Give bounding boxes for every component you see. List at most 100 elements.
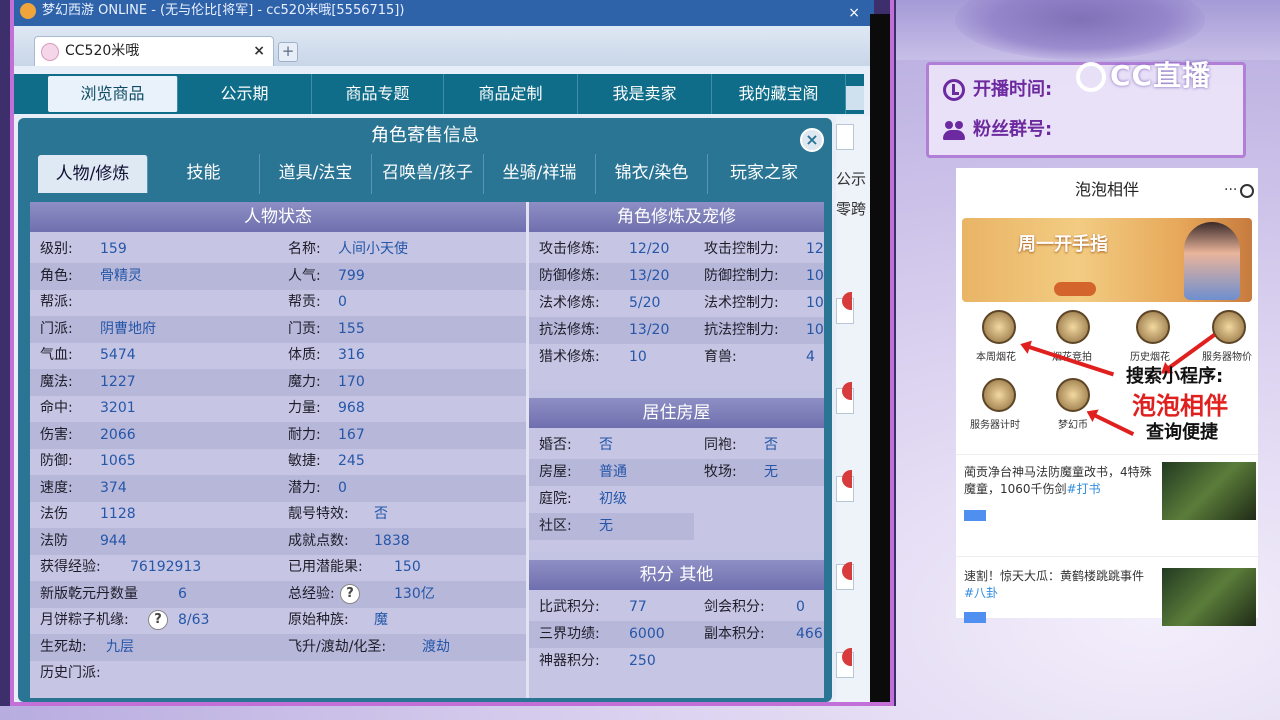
- field-value: 6000: [629, 626, 665, 642]
- news-thumbnail: [1162, 462, 1256, 520]
- cultivation-title: 角色修炼及宠修: [529, 202, 824, 232]
- clock-icon: [943, 79, 965, 101]
- field-value: 3201: [100, 400, 136, 416]
- field-value: 1065: [100, 453, 136, 469]
- users-icon: [943, 119, 965, 141]
- tab-mounts[interactable]: 坐骑/祥瑞: [484, 154, 596, 194]
- field-value: 5474: [100, 347, 136, 363]
- field-label: 牧场:: [704, 464, 737, 480]
- info-row: 靓号特效: 否: [278, 501, 526, 528]
- dialog-close-button[interactable]: ×: [800, 128, 824, 152]
- help-icon[interactable]: ?: [148, 610, 168, 630]
- fan-group-row: 粉丝群号:: [943, 117, 1052, 143]
- field-value: 4: [806, 349, 815, 365]
- field-value: 12: [806, 241, 824, 257]
- field-label: 门贡:: [288, 320, 321, 337]
- field-value: 159: [100, 241, 127, 257]
- info-row: 法术修炼: 5/20: [529, 290, 694, 317]
- char-status-section: 人物状态 级别: 159 角色: 骨精灵 帮派: 门派: 阴曹地府 气血: 5474 魔法: 122…: [30, 202, 526, 698]
- info-row: 社区: 无: [529, 513, 694, 540]
- info-row: 速度: 374: [30, 474, 278, 502]
- field-label: 月饼粽子机缘:: [40, 612, 129, 628]
- info-row: 法防 944: [30, 527, 278, 555]
- field-label: 防御控制力:: [704, 268, 779, 284]
- info-row: 命中: 3201: [30, 395, 278, 422]
- field-label: 庭院:: [539, 491, 572, 507]
- divider: [956, 454, 1258, 455]
- info-row: 神器积分: 250: [529, 648, 694, 675]
- field-label: 潜力:: [288, 479, 321, 496]
- housing-title: 居住房屋: [529, 398, 824, 428]
- field-value: 76192913: [130, 559, 202, 575]
- field-label: 同袍:: [704, 437, 737, 453]
- callout-easy: 查询便捷: [1146, 422, 1218, 443]
- field-value: 否: [599, 437, 613, 453]
- field-value: 无: [764, 464, 778, 480]
- field-value: 10: [806, 295, 824, 311]
- info-row: 婚否: 否: [529, 432, 694, 459]
- field-label: 历史门派:: [40, 665, 101, 681]
- news-item[interactable]: 速割！惊天大瓜：黄鹤楼跳跳事件 #八卦: [964, 568, 1154, 602]
- field-label: 获得经验:: [40, 559, 101, 575]
- field-value: 1128: [100, 506, 136, 522]
- price-icon: [1212, 310, 1246, 344]
- dialog-title: 角色寄售信息: [371, 125, 479, 146]
- field-value: 170: [338, 373, 365, 390]
- field-value: 12/20: [629, 241, 670, 257]
- news-item[interactable]: 蔺贡净台神马法防魔童改书，4特殊魔童，1060千伤剑#打书: [964, 464, 1154, 498]
- field-value: 5/20: [629, 295, 661, 311]
- field-value: 1227: [100, 373, 136, 390]
- live-time-row: 开播时间:: [943, 77, 1052, 103]
- points-title: 积分 其他: [529, 560, 824, 590]
- field-value: 渡劫: [422, 638, 450, 655]
- live-time-label: 开播时间:: [973, 79, 1053, 100]
- tab-skills[interactable]: 技能: [148, 154, 260, 194]
- tab-character[interactable]: 人物/修炼: [38, 155, 148, 193]
- target-icon: [1240, 184, 1254, 198]
- info-row: 攻击控制力: 12: [694, 236, 824, 263]
- field-label: 力量:: [288, 400, 321, 416]
- char-status-title: 人物状态: [30, 202, 526, 232]
- field-label: 三界功绩:: [539, 626, 600, 642]
- more-icon: ···: [1224, 182, 1238, 198]
- field-label: 法术修炼:: [539, 295, 600, 311]
- callout-name: 泡泡相伴: [1132, 392, 1228, 420]
- tab-home[interactable]: 玩家之家: [708, 154, 820, 194]
- field-label: 魔法:: [40, 373, 73, 390]
- field-label: 帮派:: [40, 294, 73, 310]
- tab-items[interactable]: 道具/法宝: [260, 154, 372, 194]
- field-label: 副本积分:: [704, 626, 765, 642]
- field-label: 帮贡:: [288, 294, 321, 310]
- info-row: 门贡: 155: [278, 315, 526, 343]
- callout-search: 搜索小程序:: [1126, 366, 1224, 387]
- field-label: 门派:: [40, 320, 73, 337]
- field-value: 6: [178, 585, 187, 602]
- field-value: 250: [629, 653, 656, 669]
- tab-outfits[interactable]: 锦衣/染色: [596, 154, 708, 194]
- housing-section: 居住房屋 婚否: 否房屋: 普通庭院: 初级社区: 无 同袍: 否牧场: 无: [529, 398, 824, 552]
- field-value: 13/20: [629, 268, 670, 284]
- field-value: 0: [338, 479, 347, 496]
- tab-pets[interactable]: 召唤兽/孩子: [372, 154, 484, 194]
- info-row: 原始种族: 魔: [278, 607, 526, 634]
- info-row: 魔法: 1227: [30, 368, 278, 396]
- field-value: 130亿: [394, 585, 435, 602]
- field-label: 耐力:: [288, 426, 321, 443]
- field-label: 伤害:: [40, 426, 73, 443]
- help-icon[interactable]: ?: [340, 583, 360, 604]
- info-row: 房屋: 普通: [529, 459, 694, 486]
- auction-icon: [1056, 310, 1090, 344]
- field-label: 法防: [40, 532, 68, 549]
- field-label: 人气:: [288, 267, 321, 284]
- info-row: 耐力: 167: [278, 421, 526, 449]
- dialog-body: 人物状态 级别: 159 角色: 骨精灵 帮派: 门派: 阴曹地府 气血: 5474 魔法: 122…: [30, 202, 824, 698]
- field-value: 初级: [599, 491, 627, 507]
- field-label: 气血:: [40, 347, 73, 363]
- info-row: 法伤 1128: [30, 501, 278, 528]
- field-label: 法伤: [40, 506, 68, 522]
- field-label: 飞升/渡劫/化圣:: [288, 638, 387, 655]
- info-row: 角色: 骨精灵: [30, 262, 278, 290]
- field-label: 抗法修炼:: [539, 322, 600, 338]
- news-thumbnail: [1162, 568, 1256, 626]
- info-row: 伤害: 2066: [30, 421, 278, 449]
